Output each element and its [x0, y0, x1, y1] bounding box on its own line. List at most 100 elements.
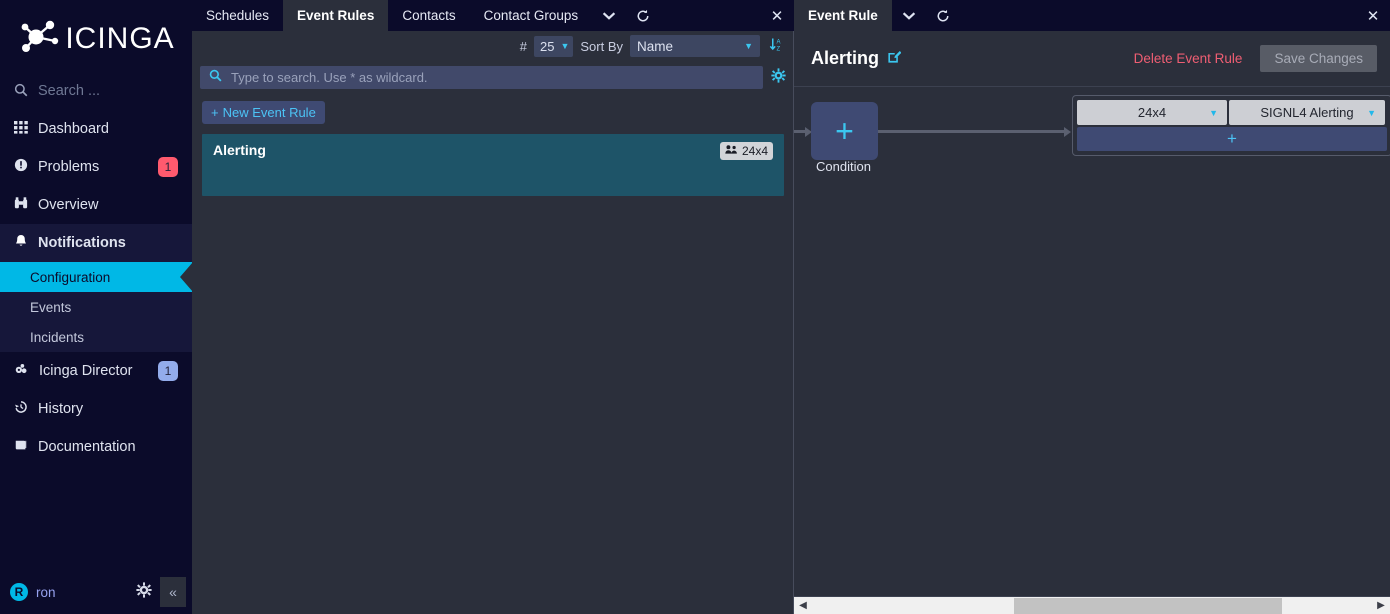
triangle-left-icon[interactable]: ◀	[794, 597, 812, 614]
new-event-rule-button[interactable]: + New Event Rule	[202, 101, 325, 124]
triangle-right-icon[interactable]: ▶	[1372, 597, 1390, 614]
grid-icon	[14, 120, 28, 138]
sidebar-item-incidents[interactable]: Incidents	[0, 322, 192, 352]
logo[interactable]: ICINGA	[0, 0, 192, 72]
sort-field-select[interactable]: Name ▼	[630, 35, 760, 57]
double-chevron-left-icon[interactable]: «	[160, 577, 186, 607]
search-icon	[209, 69, 222, 85]
sidebar: ICINGA Search ... Dashboard Problems 1 O…	[0, 0, 193, 614]
event-rule-flow-canvas: + Condition 24x4 ▼ SIGNL4 Alerting ▼ +	[794, 87, 1390, 614]
caret-down-icon: ▼	[1209, 107, 1218, 118]
sidebar-subitem-label: Configuration	[30, 269, 111, 285]
condition-node-label: Condition	[816, 159, 871, 174]
pencil-edit-icon[interactable]	[887, 50, 902, 67]
binoculars-icon	[14, 196, 28, 214]
sort-by-label: Sort By	[580, 38, 623, 54]
right-tabbar: Event Rule ✕	[794, 0, 1390, 31]
plus-icon: +	[835, 113, 854, 149]
center-tabbar: Schedules Event Rules Contacts Contact G…	[192, 0, 794, 31]
logo-text: ICINGA	[65, 22, 175, 55]
event-rule-list: Alerting 24x4	[192, 124, 794, 196]
sort-descending-icon[interactable]: A Z	[767, 37, 786, 56]
escalation-box: 24x4 ▼ SIGNL4 Alerting ▼ +	[1072, 95, 1390, 156]
exclamation-circle-icon	[14, 158, 28, 176]
event-rule-name: Alerting	[213, 142, 266, 158]
username-label[interactable]: ron	[36, 585, 128, 600]
tab-label: Event Rule	[808, 8, 878, 23]
sidebar-item-overview[interactable]: Overview	[0, 186, 192, 224]
gear-icon[interactable]	[771, 67, 786, 87]
history-icon	[14, 400, 28, 418]
bell-icon	[14, 234, 28, 252]
plus-icon: +	[211, 105, 219, 120]
scrollbar-thumb[interactable]	[1013, 597, 1283, 614]
tab-schedules[interactable]: Schedules	[192, 0, 283, 31]
sidebar-item-configuration[interactable]: Configuration	[0, 262, 193, 292]
problems-badge: 1	[158, 157, 178, 177]
page-size-value: 25	[539, 38, 555, 54]
sidebar-item-documentation[interactable]: Documentation	[0, 428, 192, 466]
list-controls: # 25 ▼ Sort By Name ▼ A Z	[192, 31, 794, 61]
delete-event-rule-button[interactable]: Delete Event Rule	[1134, 51, 1243, 66]
sort-field-value: Name	[637, 38, 674, 54]
escalation-add-recipient-button[interactable]: +	[1077, 127, 1387, 151]
sidebar-item-label: Overview	[38, 197, 99, 213]
scrollbar-track[interactable]	[812, 597, 1372, 614]
page-size-select[interactable]: 25 ▼	[533, 35, 574, 57]
sidebar-item-label: Documentation	[38, 439, 136, 455]
tab-contact-groups[interactable]: Contact Groups	[470, 0, 593, 31]
tab-contacts[interactable]: Contacts	[388, 0, 469, 31]
sidebar-subitem-label: Incidents	[30, 329, 85, 345]
status-badge: 24x4	[719, 142, 773, 160]
tab-label: Contact Groups	[483, 8, 579, 23]
sidebar-item-label: Problems	[38, 159, 100, 175]
save-changes-button[interactable]: Save Changes	[1260, 45, 1377, 72]
gear-icon[interactable]	[136, 581, 152, 603]
caret-down-icon: ▼	[744, 41, 753, 51]
sidebar-subitem-label: Events	[30, 299, 72, 315]
sidebar-item-label: Icinga Director	[39, 363, 133, 379]
svg-text:A: A	[777, 39, 781, 45]
new-rule-row: + New Event Rule	[192, 93, 794, 124]
sidebar-item-icinga-director[interactable]: Icinga Director 1	[0, 352, 192, 390]
chevron-down-icon[interactable]	[892, 0, 926, 31]
caret-down-icon: ▼	[1367, 107, 1376, 118]
plus-icon: +	[1227, 129, 1237, 148]
book-icon	[14, 438, 28, 456]
event-rules-panel: Schedules Event Rules Contacts Contact G…	[192, 0, 794, 614]
horizontal-scrollbar[interactable]: ◀ ▶	[794, 596, 1390, 614]
status-badge-label: 24x4	[741, 144, 768, 158]
sidebar-item-dashboard[interactable]: Dashboard	[0, 110, 192, 148]
escalation-recipient-select[interactable]: 24x4 ▼	[1077, 100, 1227, 125]
refresh-icon[interactable]	[626, 0, 660, 31]
search-input-placeholder: Type to search. Use * as wildcard.	[231, 69, 428, 85]
flow-arrow-to-escalation	[1064, 126, 1071, 137]
sidebar-search-placeholder: Search ...	[38, 83, 101, 99]
sidebar-item-history[interactable]: History	[0, 390, 192, 428]
event-rule-detail-panel: Event Rule ✕ Alerting Delete Event Rule …	[794, 0, 1390, 614]
sidebar-item-problems[interactable]: Problems 1	[0, 148, 192, 186]
refresh-icon[interactable]	[926, 0, 960, 31]
close-icon[interactable]: ✕	[1356, 0, 1390, 31]
escalation-channel-select[interactable]: SIGNL4 Alerting ▼	[1229, 100, 1385, 125]
sidebar-item-notifications[interactable]: Notifications	[0, 224, 192, 262]
new-event-rule-label: New Event Rule	[222, 105, 316, 120]
tab-event-rule[interactable]: Event Rule	[794, 0, 892, 31]
sidebar-item-events[interactable]: Events	[0, 292, 192, 322]
search-icon	[14, 83, 28, 100]
page-title: Alerting	[811, 48, 880, 68]
condition-node-add-button[interactable]: +	[811, 102, 878, 160]
tab-event-rules[interactable]: Event Rules	[283, 0, 389, 31]
users-icon	[725, 144, 738, 158]
list-item[interactable]: Alerting 24x4	[202, 134, 784, 196]
avatar[interactable]: R	[10, 583, 28, 601]
tab-label: Event Rules	[297, 8, 375, 23]
director-badge: 1	[158, 361, 178, 381]
search-input[interactable]: Type to search. Use * as wildcard.	[200, 65, 763, 89]
escalation-recipient-value: 24x4	[1137, 105, 1167, 120]
sidebar-search[interactable]: Search ...	[0, 72, 192, 110]
chevron-down-icon[interactable]	[592, 0, 626, 31]
close-icon[interactable]: ✕	[760, 0, 794, 31]
tabbar-spacer	[960, 0, 1356, 31]
detail-header: Alerting Delete Event Rule Save Changes	[794, 31, 1390, 86]
